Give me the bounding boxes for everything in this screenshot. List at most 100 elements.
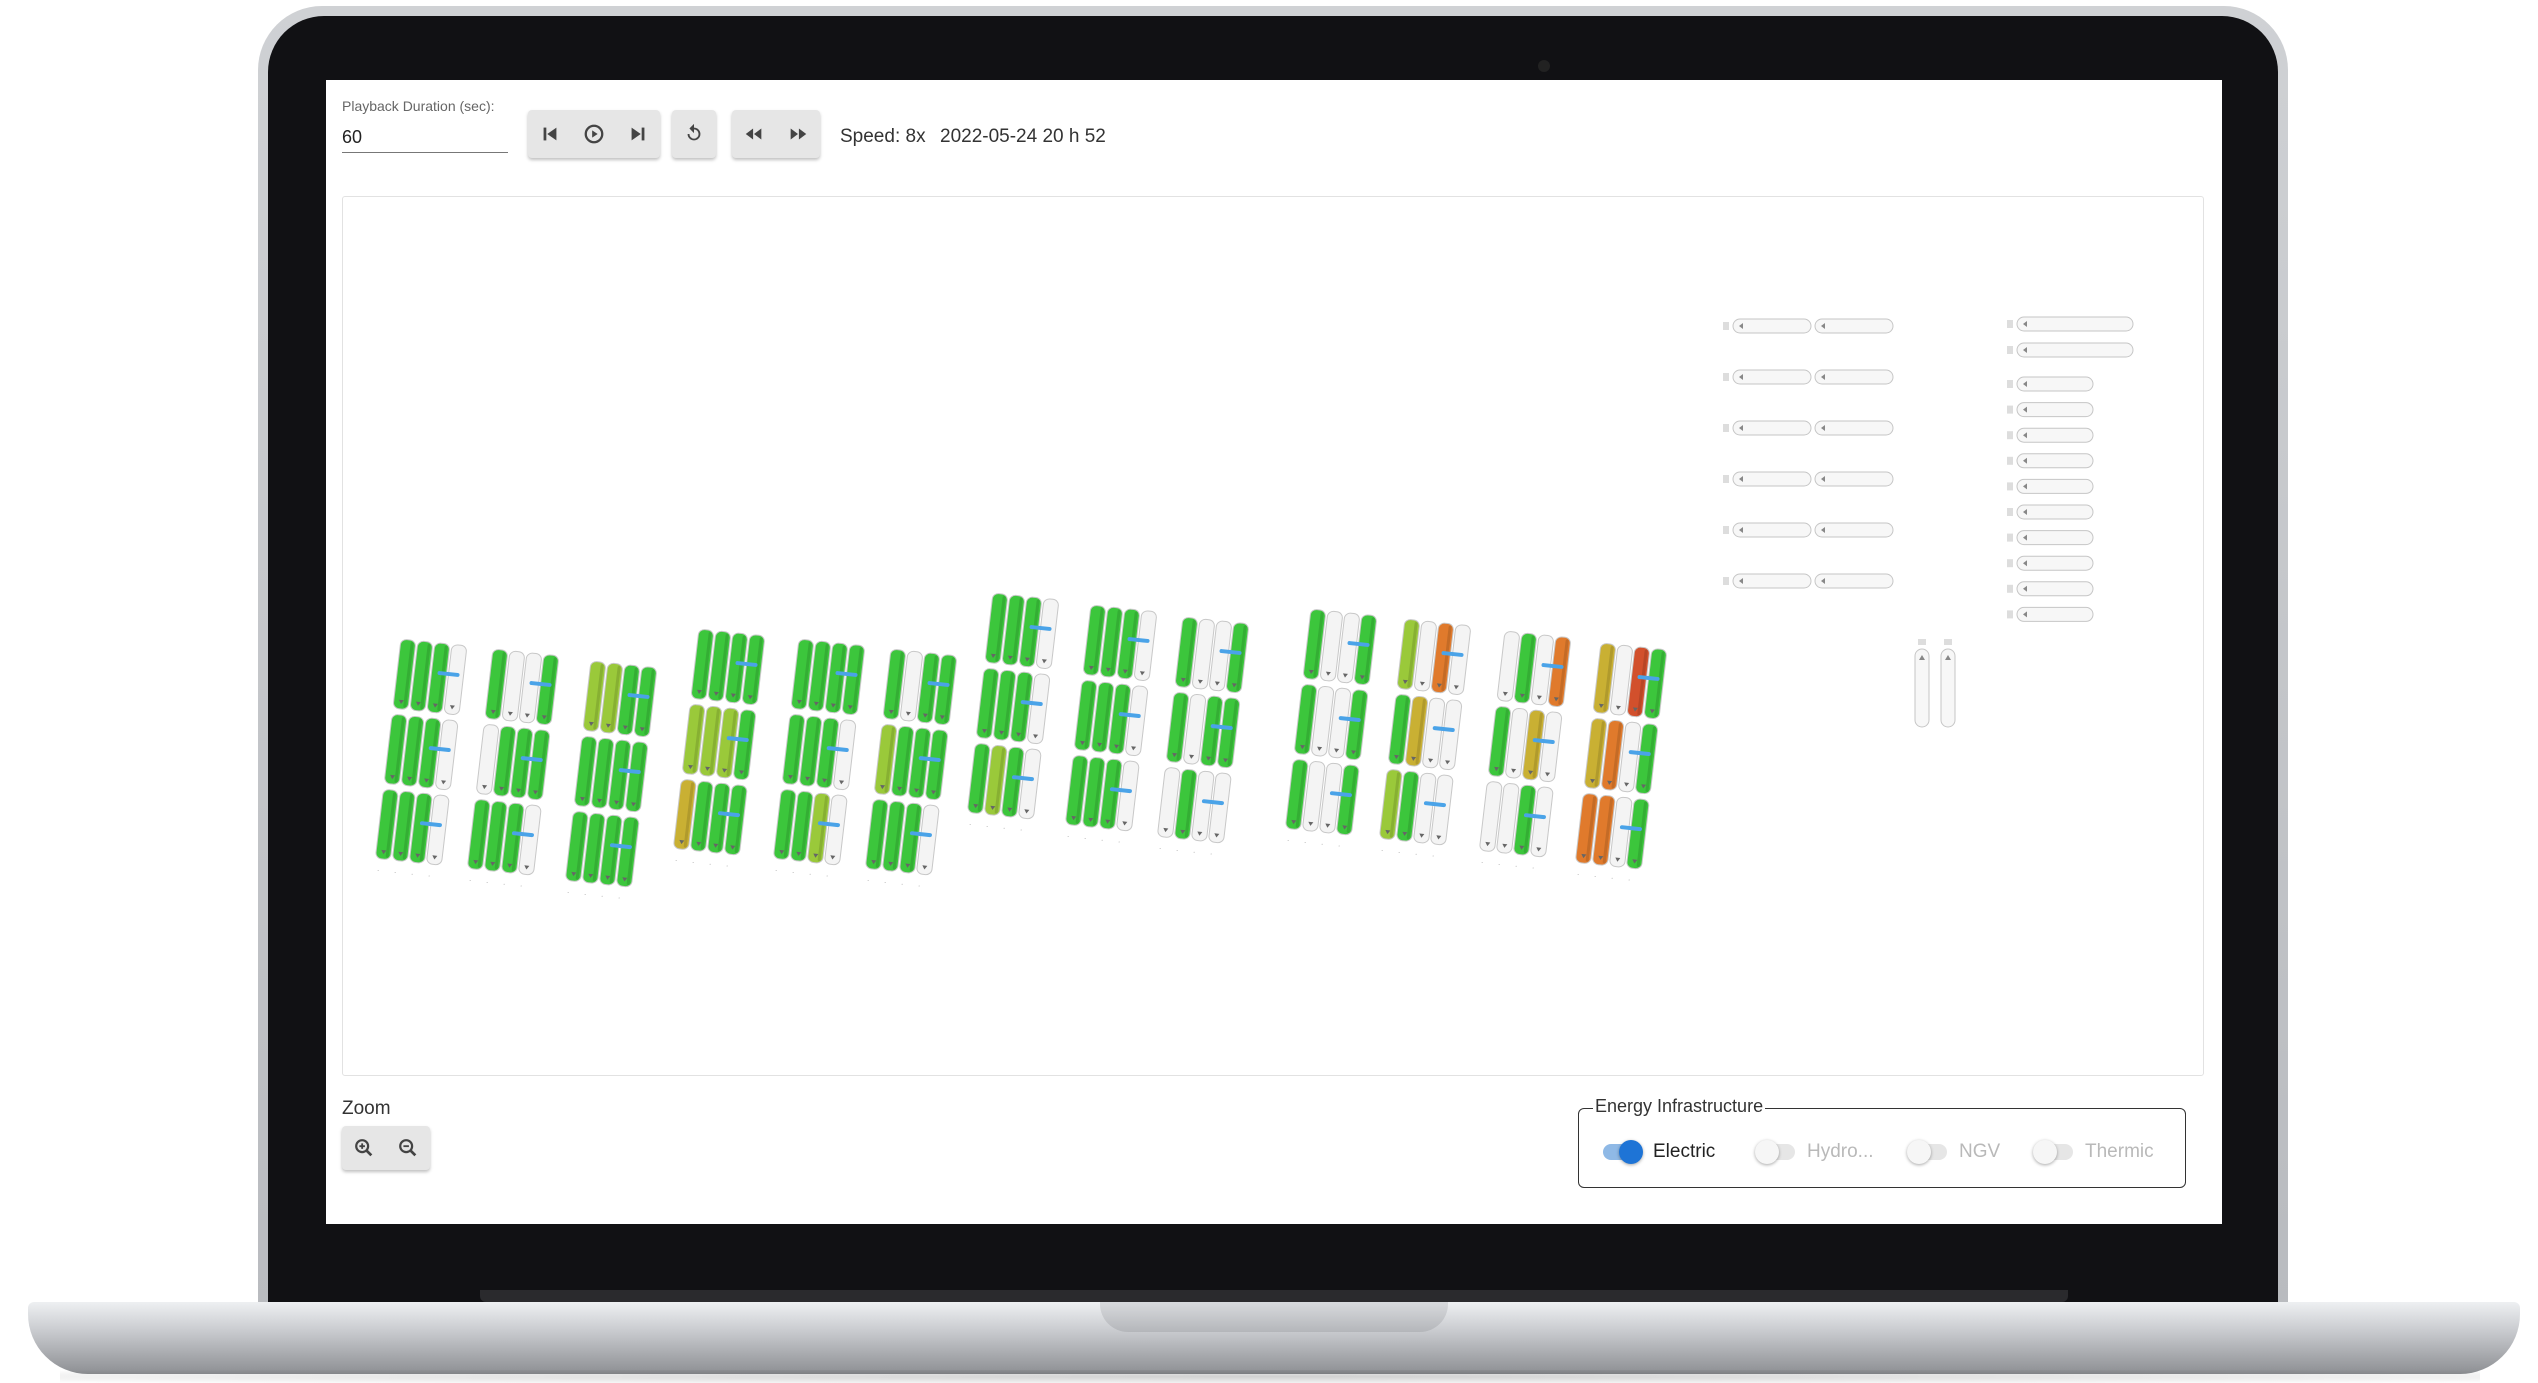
spot-number: · — [708, 861, 711, 868]
toggle-thermic[interactable]: Thermic — [2033, 1140, 2154, 1164]
parking-block: · · · · — [1065, 605, 1157, 846]
toggle-track — [1755, 1140, 1795, 1164]
play-button[interactable] — [572, 110, 616, 158]
replay-button[interactable] — [672, 110, 716, 158]
skip-next-icon — [631, 127, 645, 141]
spot-number: · — [968, 822, 971, 829]
parking-block: · · · · — [375, 639, 467, 880]
charger-slot — [1732, 420, 1812, 436]
spot-number: · — [1497, 861, 1500, 868]
spot-number: · — [808, 871, 811, 878]
charger-tag — [1723, 526, 1729, 534]
charger-slot — [1732, 471, 1812, 487]
charger-slot-vertical — [1940, 648, 1956, 728]
charger-slot — [2016, 342, 2134, 358]
spot-number: · — [1100, 837, 1103, 844]
charger-slot — [2016, 581, 2094, 597]
charger-slot — [2016, 427, 2094, 443]
spot-number: · — [1514, 863, 1517, 870]
charger-slot — [1814, 573, 1894, 589]
parking-block: · · · · — [1285, 609, 1377, 850]
charger-tag — [2007, 380, 2013, 388]
charger-tag — [1723, 475, 1729, 483]
spot-number: · — [1117, 839, 1120, 846]
toggle-track — [1603, 1140, 1643, 1164]
spot-number: · — [1066, 834, 1069, 841]
spot-number: · — [519, 883, 522, 890]
energy-infrastructure-panel: Energy Infrastructure Electric Hydro... … — [1578, 1096, 2186, 1188]
toggle-electric[interactable]: Electric — [1603, 1140, 1715, 1164]
spot-number: · — [1158, 846, 1161, 853]
parking-block: · · · · — [1575, 643, 1667, 884]
duration-input[interactable] — [342, 122, 508, 153]
spot-number: · — [1337, 843, 1340, 850]
parking-block: · · · · — [467, 649, 559, 890]
spot-number: · — [1320, 841, 1323, 848]
parking-block: · · · · — [1157, 617, 1249, 858]
spot-number: · — [583, 891, 586, 898]
spot-number: · — [1593, 873, 1596, 880]
parking-map-canvas[interactable]: · · · · · · · · · · · · · · · · · · · · · · · · · · · · · · · · · · · · · · · ·… — [342, 196, 2204, 1076]
rewind-button[interactable] — [732, 110, 776, 158]
charger-tag — [2007, 508, 2013, 516]
skip-previous-button[interactable] — [528, 110, 572, 158]
spot-number: · — [1002, 825, 1005, 832]
laptop-shadow — [60, 1370, 2480, 1383]
spot-number: · — [376, 868, 379, 875]
spot-number: · — [1627, 877, 1630, 884]
zoom-label: Zoom — [342, 1098, 391, 1119]
charger-tag — [1918, 639, 1926, 645]
laptop-notch — [1100, 1302, 1448, 1332]
spot-number: · — [1480, 860, 1483, 867]
zoom-out-button[interactable] — [386, 1126, 430, 1170]
spot-number: · — [393, 869, 396, 876]
charger-tag — [1723, 322, 1729, 330]
energy-legend: Energy Infrastructure — [1593, 1096, 1766, 1117]
charger-slot — [1732, 522, 1812, 538]
parking-block: · · · · — [865, 649, 957, 890]
charger-slot — [1732, 369, 1812, 385]
camera — [1538, 60, 1550, 72]
charger-tag — [2007, 584, 2013, 593]
charger-slot — [2016, 316, 2134, 332]
spot-number: · — [1175, 847, 1178, 854]
laptop-hinge — [480, 1290, 2068, 1302]
spot-number: · — [1531, 865, 1534, 872]
spot-number: · — [791, 869, 794, 876]
charger-tag — [1944, 639, 1952, 645]
charger-slot — [2016, 530, 2094, 546]
charger-tag — [2007, 482, 2013, 491]
parking-block: · · · · — [773, 639, 865, 880]
charger-slot — [2016, 606, 2094, 622]
fast-forward-button[interactable] — [776, 110, 820, 158]
zoom-out-icon — [399, 1139, 417, 1157]
spot-number: · — [866, 878, 869, 885]
charger-slot-vertical — [1914, 648, 1930, 728]
spot-number: · — [774, 868, 777, 875]
toggle-hydrogen[interactable]: Hydro... — [1755, 1140, 1874, 1164]
playback-toolbar: Playback Duration (sec): 60 Speed: 8x 20… — [326, 80, 2222, 180]
speed-controls — [732, 110, 820, 158]
skip-previous-icon — [543, 127, 557, 141]
parking-block: · · · · — [673, 629, 765, 870]
spot-number: · — [1397, 849, 1400, 856]
zoom-in-button[interactable] — [342, 1126, 386, 1170]
step-controls — [528, 110, 660, 158]
toggle-ngv[interactable]: NGV — [1907, 1140, 2000, 1164]
spot-number: · — [427, 873, 430, 880]
charger-slot — [1814, 522, 1894, 538]
replay-control — [672, 110, 716, 158]
charger-slot — [1814, 369, 1894, 385]
charger-slot — [1814, 420, 1894, 436]
toggle-knob — [1907, 1140, 1931, 1164]
skip-next-button[interactable] — [616, 110, 660, 158]
charger-tag — [2007, 431, 2013, 440]
toggle-knob — [1755, 1140, 1779, 1164]
toggle-knob — [1619, 1140, 1643, 1164]
toggle-hydrogen-label: Hydro... — [1807, 1141, 1874, 1162]
spot-number: · — [617, 895, 620, 902]
parking-block: · · · · — [967, 593, 1059, 834]
charger-slot — [1732, 318, 1812, 334]
spot-number: · — [600, 893, 603, 900]
toggle-track — [1907, 1140, 1947, 1164]
